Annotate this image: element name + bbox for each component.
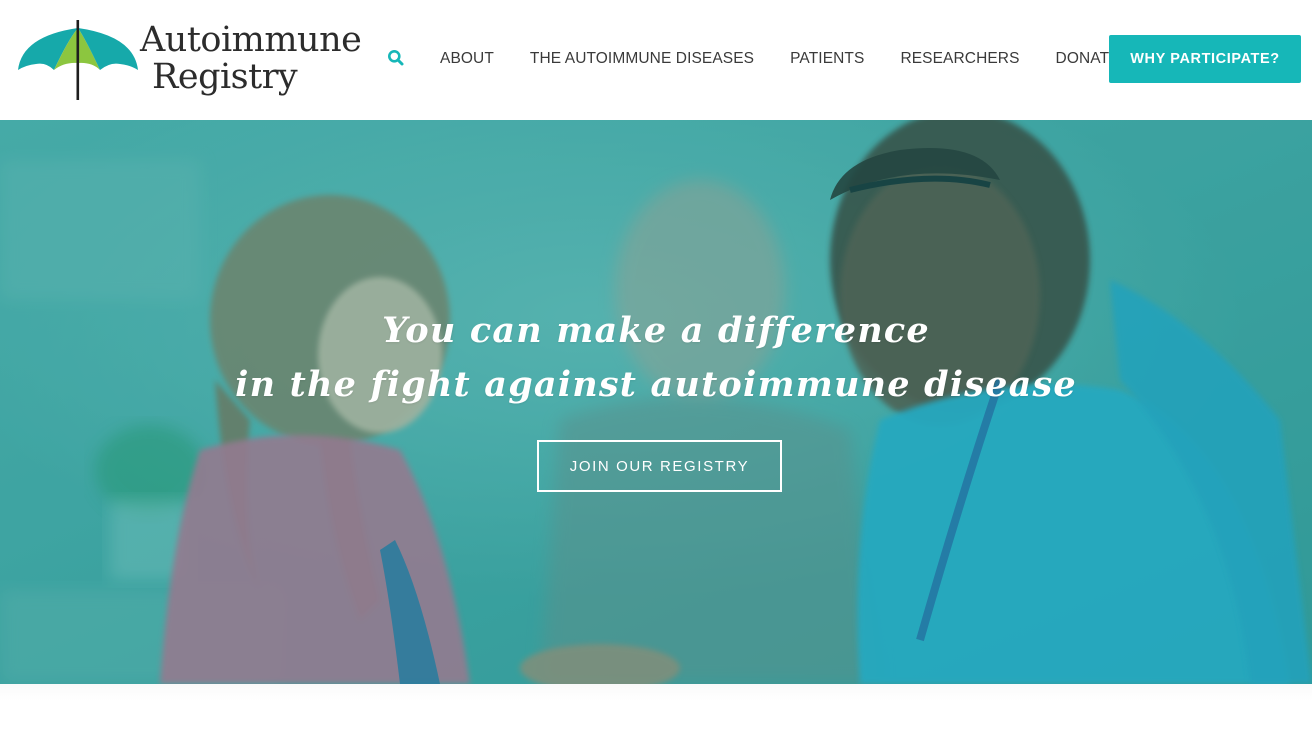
logo-wordmark: Autoimmune Registry	[140, 20, 362, 97]
hero-heading-line-2: in the fight against autoimmune disease	[235, 364, 1077, 405]
logo-line-1: Autoimmune	[140, 20, 362, 60]
content-section-top	[0, 684, 1312, 741]
hero-heading: You can make a difference in the fight a…	[0, 304, 1312, 412]
umbrella-logo-icon	[18, 20, 138, 100]
search-icon	[388, 50, 404, 66]
logo-line-2: Registry	[152, 57, 298, 97]
nav-item-patients[interactable]: PATIENTS	[790, 48, 864, 70]
join-registry-button[interactable]: JOIN OUR REGISTRY	[537, 440, 782, 492]
nav-item-about[interactable]: ABOUT	[440, 48, 494, 70]
search-button[interactable]	[386, 48, 406, 68]
main-nav: ABOUT THE AUTOIMMUNE DISEASES PATIENTS R…	[440, 48, 1120, 70]
logo-link[interactable]: Autoimmune Registry	[16, 18, 371, 102]
hero-heading-line-1: You can make a difference	[382, 310, 930, 351]
nav-item-autoimmune-diseases[interactable]: THE AUTOIMMUNE DISEASES	[530, 48, 754, 70]
site-header: Autoimmune Registry ABOUT THE AUTOIMMUNE…	[0, 0, 1312, 120]
hero-banner: You can make a difference in the fight a…	[0, 120, 1312, 684]
nav-item-researchers[interactable]: RESEARCHERS	[900, 48, 1019, 70]
why-participate-button[interactable]: WHY PARTICIPATE?	[1109, 35, 1301, 83]
